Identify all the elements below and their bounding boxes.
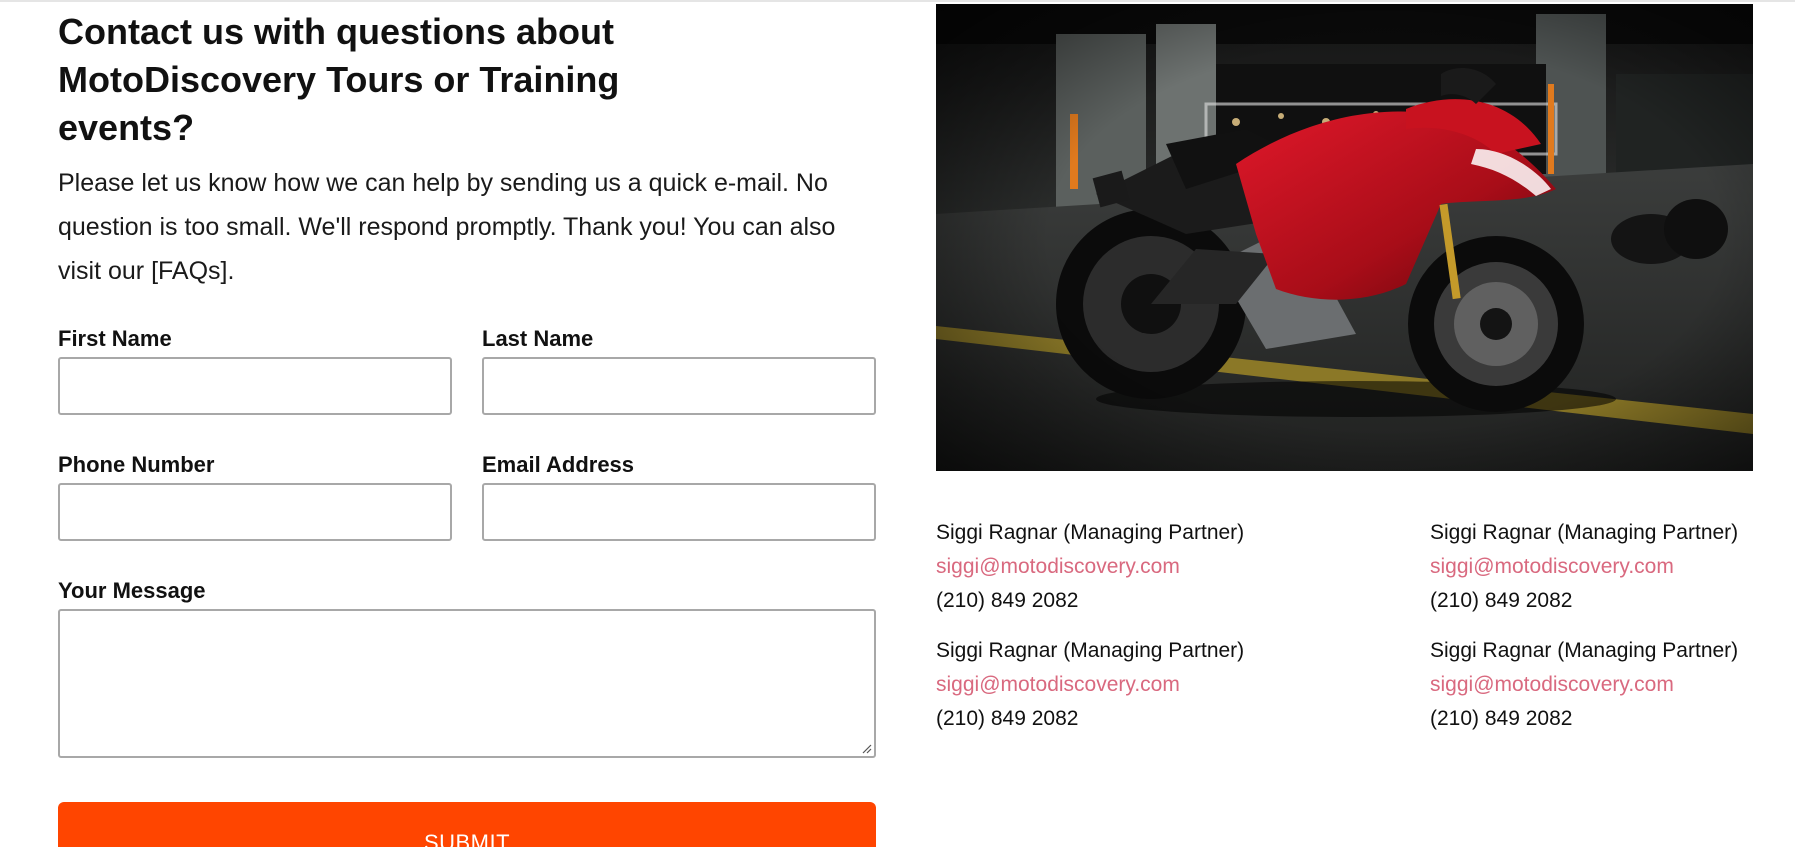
contact-form-section: Contact us with questions about MotoDisc… (58, 0, 878, 758)
contact-phone: (210) 849 2082 (1430, 707, 1573, 730)
phone-group: Phone Number (58, 452, 452, 541)
message-label: Your Message (58, 578, 206, 603)
contact-row: Phone Number Email Address (58, 452, 876, 541)
contact-email-link[interactable]: siggi@motodiscovery.com (1430, 668, 1766, 702)
contact-card: Siggi Ragnar (Managing Partner) siggi@mo… (1430, 516, 1766, 618)
contact-card: Siggi Ragnar (Managing Partner) siggi@mo… (936, 516, 1430, 618)
first-name-group: First Name (58, 326, 452, 415)
last-name-group: Last Name (482, 326, 876, 415)
phone-field[interactable] (58, 483, 452, 541)
phone-label: Phone Number (58, 452, 215, 477)
name-row: First Name Last Name (58, 326, 876, 415)
contact-name: Siggi Ragnar (Managing Partner) (936, 521, 1245, 544)
submit-button[interactable]: SUBMIT (58, 802, 876, 847)
contact-card: Siggi Ragnar (Managing Partner) siggi@mo… (936, 634, 1430, 736)
first-name-label: First Name (58, 326, 172, 351)
contact-form: First Name Last Name Phone Number Email … (58, 326, 876, 758)
email-field[interactable] (482, 483, 876, 541)
contact-phone: (210) 849 2082 (936, 589, 1079, 612)
last-name-field[interactable] (482, 357, 876, 415)
first-name-field[interactable] (58, 357, 452, 415)
contact-phone: (210) 849 2082 (1430, 589, 1573, 612)
message-group: Your Message (58, 578, 876, 758)
red-motorcycle-photo-icon (936, 4, 1753, 471)
contact-name: Siggi Ragnar (Managing Partner) (1430, 639, 1739, 662)
intro-text: Please let us know how we can help by se… (58, 169, 836, 285)
email-label: Email Address (482, 452, 635, 477)
contact-name: Siggi Ragnar (Managing Partner) (1430, 521, 1739, 544)
contact-card: Siggi Ragnar (Managing Partner) siggi@mo… (1430, 634, 1766, 736)
contact-list: Siggi Ragnar (Managing Partner) siggi@mo… (936, 516, 1766, 736)
contact-email-link[interactable]: siggi@motodiscovery.com (936, 550, 1430, 584)
resize-handle-icon[interactable] (860, 742, 872, 754)
contact-phone: (210) 849 2082 (936, 707, 1079, 730)
page-title: Contact us with questions about MotoDisc… (58, 11, 620, 148)
last-name-label: Last Name (482, 326, 594, 351)
contact-name: Siggi Ragnar (Managing Partner) (936, 639, 1245, 662)
contact-email-link[interactable]: siggi@motodiscovery.com (936, 668, 1430, 702)
email-group: Email Address (482, 452, 876, 541)
contact-email-link[interactable]: siggi@motodiscovery.com (1430, 550, 1766, 584)
message-field[interactable] (58, 609, 876, 758)
hero-image (936, 4, 1753, 471)
